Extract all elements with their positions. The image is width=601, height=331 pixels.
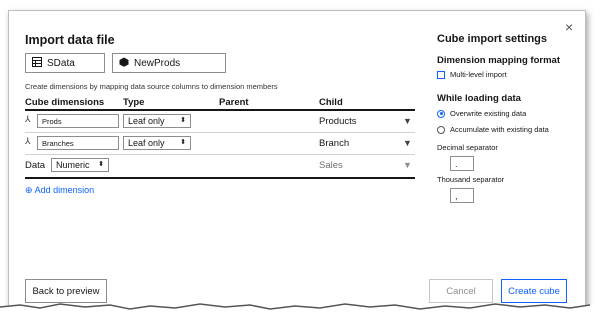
- dimension-name-input[interactable]: Prods: [37, 114, 119, 128]
- updown-arrow-icon: ⬍: [98, 161, 104, 168]
- multi-level-checkbox[interactable]: Multi-level import: [437, 70, 507, 79]
- overwrite-label: Overwrite existing data: [450, 109, 527, 118]
- header-child: Child: [319, 97, 343, 108]
- decimal-separator-label: Decimal separator: [437, 143, 498, 152]
- add-dimension-label: Add dimension: [34, 185, 95, 195]
- type-select[interactable]: Leaf only ⬍: [123, 136, 191, 150]
- source-sheet-field[interactable]: SData: [25, 53, 105, 73]
- data-child-value: Sales: [319, 160, 343, 171]
- import-dialog: Import data file × SData NewProds Create…: [8, 10, 586, 314]
- radio-icon: [437, 125, 445, 134]
- type-select-value: Leaf only: [128, 116, 165, 126]
- row-divider: [25, 154, 415, 155]
- settings-title: Cube import settings: [437, 33, 548, 45]
- table-bottom-divider: [25, 177, 415, 179]
- dimension-name-input[interactable]: Branches: [37, 136, 119, 150]
- spreadsheet-icon: [32, 56, 42, 70]
- chevron-down-icon[interactable]: ▼: [403, 116, 412, 126]
- chevron-down-icon[interactable]: ▼: [403, 160, 412, 170]
- accumulate-radio[interactable]: Accumulate with existing data: [437, 125, 549, 134]
- chevron-down-icon[interactable]: ▼: [403, 138, 412, 148]
- child-value: Products: [319, 116, 357, 127]
- row-divider: [25, 132, 415, 133]
- decimal-separator-input[interactable]: .: [450, 156, 474, 171]
- header-parent: Parent: [219, 97, 249, 108]
- source-sheet-name: SData: [47, 57, 75, 69]
- data-type-value: Numeric: [56, 160, 90, 170]
- header-cube-dimensions: Cube dimensions: [25, 97, 105, 108]
- child-value: Branch: [319, 138, 350, 149]
- mapping-hint: Create dimensions by mapping data source…: [25, 82, 278, 91]
- hierarchy-icon: ⅄: [25, 114, 31, 124]
- cube-icon: [119, 57, 129, 70]
- mapping-format-title: Dimension mapping format: [437, 55, 560, 66]
- add-dimension-link[interactable]: ⊕ Add dimension: [25, 185, 94, 196]
- cube-name: NewProds: [134, 57, 181, 69]
- dialog-title: Import data file: [25, 33, 115, 47]
- updown-arrow-icon: ⬍: [180, 139, 186, 146]
- torn-edge: [0, 303, 601, 331]
- multi-level-label: Multi-level import: [450, 70, 507, 79]
- data-row-label: Data: [25, 160, 46, 171]
- thousand-separator-label: Thousand separator: [437, 175, 505, 184]
- type-select[interactable]: Leaf only ⬍: [123, 114, 191, 128]
- overwrite-radio[interactable]: Overwrite existing data: [437, 109, 526, 118]
- updown-arrow-icon: ⬍: [180, 117, 186, 124]
- plus-circle-icon: ⊕: [25, 185, 33, 195]
- radio-selected-icon: [437, 109, 445, 118]
- cube-name-field[interactable]: NewProds: [112, 53, 226, 73]
- close-icon[interactable]: ×: [565, 19, 573, 35]
- checkbox-icon: [437, 70, 445, 79]
- type-select-value: Leaf only: [128, 138, 165, 148]
- thousand-separator-input[interactable]: ,: [450, 188, 474, 203]
- hierarchy-icon: ⅄: [25, 136, 31, 146]
- header-type: Type: [123, 97, 145, 108]
- loading-title: While loading data: [437, 93, 521, 104]
- header-divider: [25, 109, 415, 111]
- accumulate-label: Accumulate with existing data: [450, 125, 549, 134]
- data-type-select[interactable]: Numeric ⬍: [51, 158, 109, 172]
